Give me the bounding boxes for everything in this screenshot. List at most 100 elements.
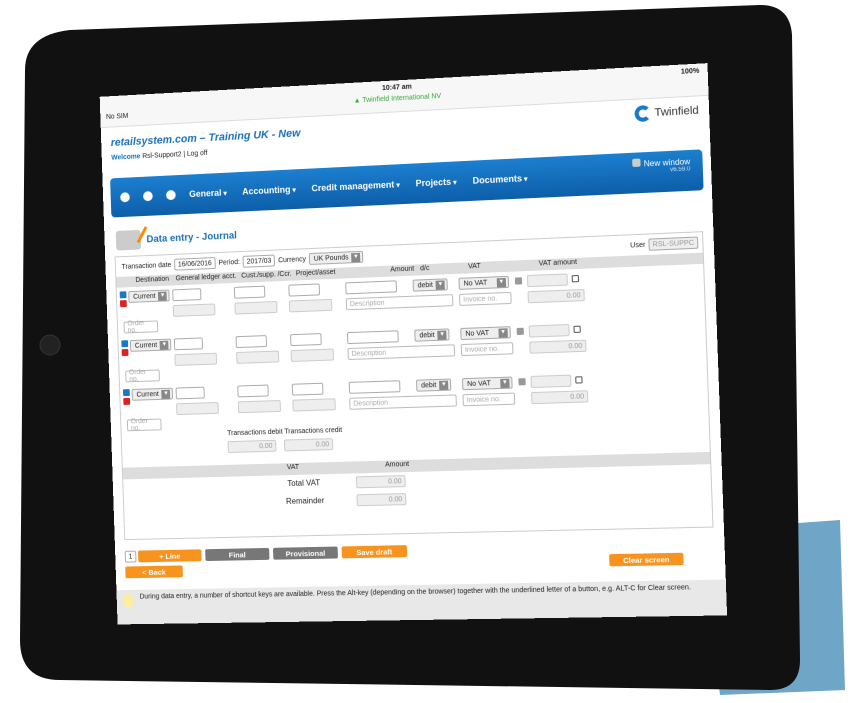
vat-select[interactable]: No VAT ▼ (461, 376, 513, 391)
lock-icon[interactable] (571, 275, 580, 283)
destination-select[interactable]: Current ▼ (131, 387, 174, 401)
period-input[interactable]: 2017/03 (242, 254, 276, 268)
new-window-checkbox[interactable] (632, 158, 641, 168)
col-amount: Amount (390, 265, 415, 274)
debit-label: Transactions debit (227, 428, 283, 438)
cust-input[interactable] (233, 285, 266, 299)
totals: Transactions debit Transactions credit 0… (227, 426, 343, 454)
chevron-down-icon: ▼ (351, 252, 361, 262)
menu-accounting[interactable]: Accounting (242, 184, 296, 196)
copy-line-icon[interactable] (122, 389, 130, 397)
project-input[interactable] (291, 382, 324, 396)
menu-documents[interactable]: Documents (472, 173, 527, 185)
vat-select[interactable]: No VAT ▼ (460, 326, 511, 341)
tip-text: During data entry, a number of shortcut … (139, 584, 692, 601)
dc-value: debit (419, 331, 435, 340)
project-name (290, 348, 335, 362)
order-input[interactable]: Order no. (123, 320, 159, 334)
cust-name (237, 399, 281, 414)
menu-projects[interactable]: Projects (415, 176, 456, 189)
credit-total: 0.00 (283, 438, 334, 452)
delete-line-icon[interactable] (121, 348, 129, 357)
vat-amount-input[interactable] (530, 374, 572, 389)
project-input[interactable] (288, 283, 321, 297)
lock-icon[interactable] (575, 376, 583, 384)
vat-value: No VAT (463, 279, 488, 288)
vat-amount-input[interactable] (528, 324, 570, 338)
col-vat-amount: VAT amount (538, 258, 578, 268)
final-button[interactable]: Final (205, 547, 270, 562)
chevron-down-icon: ▼ (437, 330, 447, 340)
dc-select[interactable]: debit ▼ (414, 328, 450, 342)
dc-select[interactable]: debit ▼ (415, 378, 452, 392)
cust-input[interactable] (237, 384, 269, 398)
destination-select[interactable]: Current ▼ (128, 289, 171, 303)
lock-icon[interactable] (573, 325, 581, 333)
vat-select[interactable]: No VAT ▼ (458, 275, 510, 290)
col-destination: Destination (135, 275, 170, 285)
description-input[interactable]: Description (347, 344, 456, 361)
dc-select[interactable]: debit ▼ (412, 278, 449, 292)
invoice-input[interactable]: Invoice no. (459, 291, 512, 306)
back-button[interactable]: < Back (125, 565, 183, 579)
destination-value: Current (133, 292, 156, 301)
description-input[interactable]: Description (345, 294, 454, 311)
welcome: Welcome Rsl-Support2 | Log off (111, 150, 207, 162)
gl-account-input[interactable] (175, 386, 205, 400)
percent-icon[interactable] (514, 277, 523, 285)
home-button[interactable] (39, 334, 61, 356)
amount-input[interactable] (348, 380, 401, 394)
menu-credit-management[interactable]: Credit management (311, 179, 400, 193)
currency-select[interactable]: UK Pounds ▼ (308, 250, 364, 265)
logoff-link[interactable]: | Log off (183, 150, 207, 158)
save-draft-button[interactable]: Save draft (341, 545, 408, 559)
vat-amount: 0.00 (531, 390, 589, 405)
help-icon[interactable] (165, 189, 176, 201)
total-vat: 0.00 (355, 475, 406, 489)
col-gl: General ledger acct. (175, 272, 237, 283)
percent-icon[interactable] (516, 327, 524, 336)
dc-value: debit (417, 281, 433, 289)
gl-name (172, 303, 216, 317)
invoice-input[interactable]: Invoice no. (462, 392, 516, 407)
screen: No SIM 10:47 am ▲ Twinfield Internationa… (99, 63, 728, 625)
menu-general[interactable]: General (189, 187, 227, 199)
amount-input[interactable] (346, 330, 399, 345)
new-window[interactable]: New window v6.59.0 (632, 156, 691, 175)
project-input[interactable] (290, 333, 322, 347)
credit-label: Transactions credit (284, 426, 343, 436)
chevron-down-icon: ▼ (500, 378, 510, 388)
currency-value: UK Pounds (313, 253, 349, 263)
copy-line-icon[interactable] (119, 291, 127, 299)
gl-account-input[interactable] (173, 337, 204, 351)
destination-select[interactable]: Current ▼ (129, 338, 172, 352)
col-dc: d/c (419, 264, 430, 273)
delete-line-icon[interactable] (123, 397, 131, 405)
clear-screen-button[interactable]: Clear screen (609, 552, 684, 567)
chevron-down-icon: ▼ (159, 340, 169, 350)
order-input[interactable]: Order no. (126, 418, 162, 432)
settings-icon[interactable] (142, 191, 153, 202)
delete-line-icon[interactable] (119, 300, 127, 308)
home-icon[interactable] (120, 192, 130, 203)
transaction-date-input[interactable]: 16/06/2016 (173, 257, 216, 271)
chevron-down-icon: ▼ (496, 277, 507, 287)
gl-account-input[interactable] (172, 288, 202, 302)
invoice-input[interactable]: Invoice no. (460, 342, 514, 357)
cust-input[interactable] (235, 335, 268, 349)
add-line-button[interactable]: + Line (137, 549, 202, 563)
copy-line-icon[interactable] (121, 340, 129, 348)
provisional-button[interactable]: Provisional (272, 546, 338, 560)
journal-form: Transaction date 16/06/2016 Period: 2017/0… (114, 231, 714, 541)
chevron-down-icon: ▼ (435, 279, 445, 290)
line-count-input[interactable]: 1 (124, 550, 137, 563)
description-input[interactable]: Description (349, 394, 457, 410)
page-title: Data entry - Journal (146, 229, 238, 245)
app-title: retailsystem.com – Training UK - New (110, 127, 301, 150)
remainder-label: Remainder (285, 496, 325, 506)
order-input[interactable]: Order no. (125, 369, 160, 383)
percent-icon[interactable] (518, 378, 526, 386)
vat-amount-input[interactable] (526, 273, 568, 288)
amount-input[interactable] (345, 280, 398, 295)
user-field: RSL-SUPPC (648, 236, 699, 251)
